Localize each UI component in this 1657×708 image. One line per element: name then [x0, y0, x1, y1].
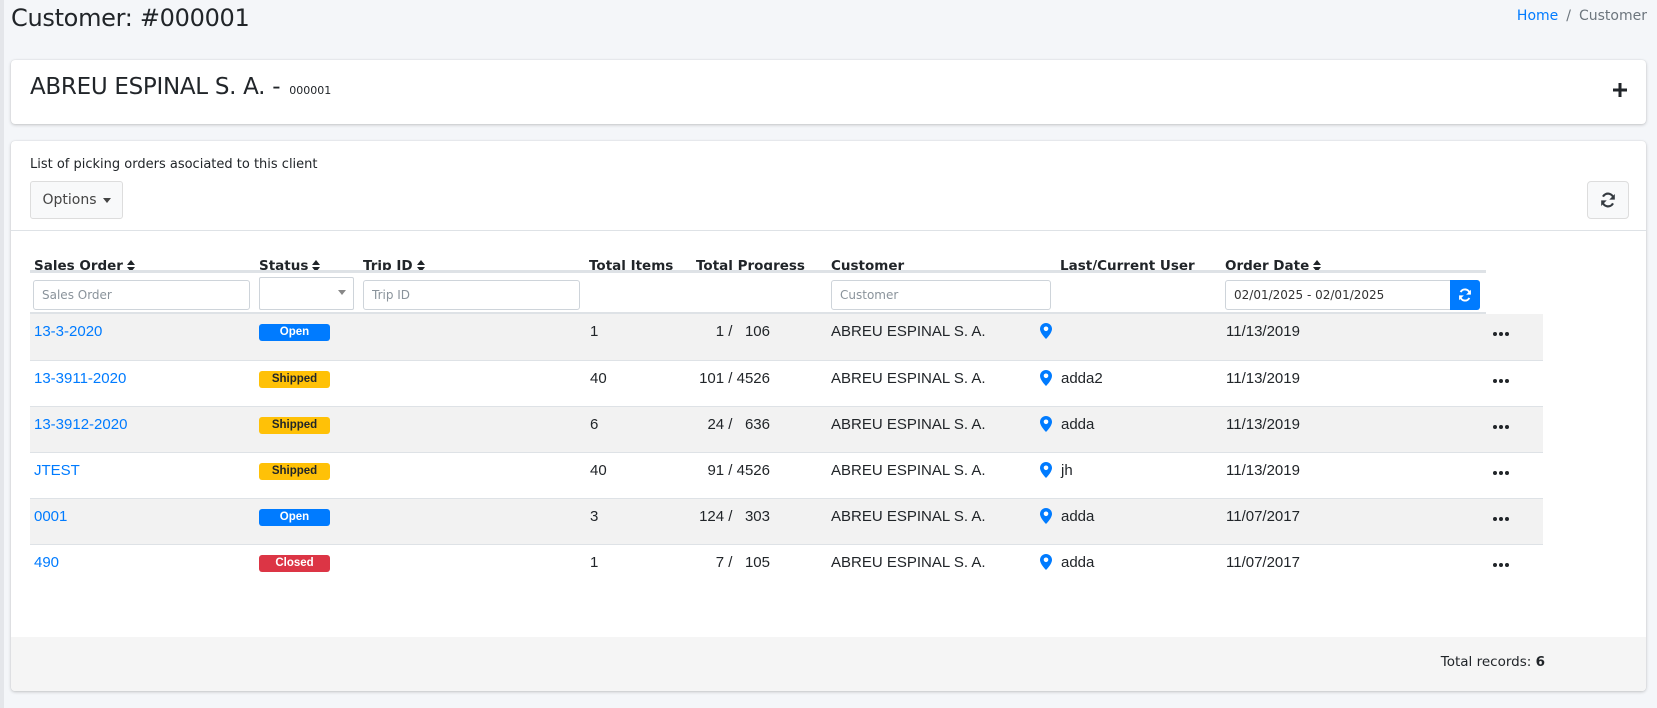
total-records: Total records: 6 [1441, 654, 1545, 670]
order-date: 11/07/2017 [1226, 508, 1300, 525]
customer-name-text: ABREU ESPINAL S. A. - [30, 74, 281, 100]
status-badge: Open [259, 509, 330, 526]
last-user: adda [1061, 416, 1095, 433]
customer-name-cell: ABREU ESPINAL S. A. [831, 554, 986, 571]
breadcrumb-home-link[interactable]: Home [1517, 8, 1558, 24]
order-date-range-input[interactable] [1225, 280, 1451, 310]
breadcrumb-separator: / [1566, 8, 1571, 24]
refresh-icon [1601, 192, 1615, 208]
order-date: 11/07/2017 [1226, 554, 1300, 571]
total-progress: 24 / 636 [707, 416, 770, 433]
total-items: 40 [590, 370, 607, 387]
header-divider [30, 270, 1486, 273]
last-user: adda2 [1061, 370, 1103, 387]
orders-table-body: 13-3-2020 Open 1 1 / 106 ABREU ESPINAL S… [30, 314, 1543, 590]
sales-order-link[interactable]: 13-3911-2020 [34, 370, 126, 387]
order-date: 11/13/2019 [1226, 323, 1300, 340]
total-items: 1 [590, 554, 599, 571]
map-marker-icon[interactable] [1040, 323, 1052, 343]
status-badge: Shipped [259, 417, 330, 434]
refresh-button[interactable] [1587, 181, 1629, 219]
more-actions-icon[interactable] [1493, 559, 1513, 571]
status-badge: Shipped [259, 463, 330, 480]
total-records-value: 6 [1535, 654, 1545, 670]
customer-filter-input[interactable] [831, 280, 1051, 310]
total-progress: 91 / 4526 [707, 462, 770, 479]
customer-name-cell: ABREU ESPINAL S. A. [831, 416, 986, 433]
plus-icon [1613, 83, 1627, 97]
total-items: 1 [590, 323, 599, 340]
sales-order-link[interactable]: JTEST [34, 462, 80, 479]
order-date: 11/13/2019 [1226, 462, 1300, 479]
orders-description: List of picking orders asociated to this… [30, 157, 318, 172]
table-row: 490 Closed 1 7 / 105 ABREU ESPINAL S. A.… [30, 544, 1543, 590]
breadcrumb: Home / Customer [1517, 8, 1647, 24]
total-progress: 101 / 4526 [699, 370, 770, 387]
customer-card: ABREU ESPINAL S. A. - 000001 [11, 60, 1646, 124]
customer-name-cell: ABREU ESPINAL S. A. [831, 370, 986, 387]
last-user: jh [1061, 462, 1073, 479]
order-date: 11/13/2019 [1226, 370, 1300, 387]
customer-name: ABREU ESPINAL S. A. - 000001 [30, 74, 331, 100]
map-marker-icon[interactable] [1040, 508, 1052, 528]
total-items: 6 [590, 416, 599, 433]
customer-code: 000001 [289, 84, 332, 97]
map-marker-icon[interactable] [1040, 462, 1052, 482]
expand-card-button[interactable] [1608, 78, 1632, 102]
more-actions-icon[interactable] [1493, 467, 1513, 479]
total-progress: 124 / 303 [699, 508, 770, 525]
page-title: Customer: #000001 [11, 4, 250, 32]
last-user: adda [1061, 508, 1095, 525]
sales-order-link[interactable]: 13-3-2020 [34, 323, 102, 340]
customer-name-cell: ABREU ESPINAL S. A. [831, 462, 986, 479]
total-progress: 7 / 105 [715, 554, 770, 571]
total-records-label: Total records: [1440, 654, 1532, 670]
status-badge: Closed [259, 555, 330, 572]
card-header-divider [11, 230, 1646, 231]
sales-order-link[interactable]: 0001 [34, 508, 67, 525]
more-actions-icon[interactable] [1493, 513, 1513, 525]
table-row: 0001 Open 3 124 / 303 ABREU ESPINAL S. A… [30, 498, 1543, 544]
table-row: JTEST Shipped 40 91 / 4526 ABREU ESPINAL… [30, 452, 1543, 498]
map-marker-icon[interactable] [1040, 370, 1052, 390]
orders-card: List of picking orders asociated to this… [11, 141, 1646, 691]
table-row: 13-3912-2020 Shipped 6 24 / 636 ABREU ES… [30, 406, 1543, 452]
status-filter-select[interactable] [259, 277, 354, 310]
total-items: 40 [590, 462, 607, 479]
breadcrumb-current: Customer [1578, 8, 1647, 24]
customer-name-cell: ABREU ESPINAL S. A. [831, 323, 986, 340]
trip-id-filter-input[interactable] [363, 280, 580, 310]
refresh-icon [1459, 288, 1471, 302]
order-date: 11/13/2019 [1226, 416, 1300, 433]
more-actions-icon[interactable] [1493, 328, 1513, 340]
status-badge: Shipped [259, 371, 330, 388]
total-progress: 1 / 106 [715, 323, 770, 340]
status-badge: Open [259, 324, 330, 341]
sales-order-link[interactable]: 490 [34, 554, 59, 571]
sales-order-filter-input[interactable] [33, 280, 250, 310]
card-footer: Total records: 6 [11, 637, 1646, 691]
options-label: Options [42, 192, 97, 208]
more-actions-icon[interactable] [1493, 421, 1513, 433]
customer-name-cell: ABREU ESPINAL S. A. [831, 508, 986, 525]
chevron-down-icon [338, 290, 346, 295]
date-range-refresh-button[interactable] [1450, 280, 1480, 310]
left-edge [0, 0, 4, 708]
options-dropdown-button[interactable]: Options [30, 181, 123, 219]
more-actions-icon[interactable] [1493, 375, 1513, 387]
table-row: 13-3-2020 Open 1 1 / 106 ABREU ESPINAL S… [30, 314, 1543, 360]
table-row: 13-3911-2020 Shipped 40 101 / 4526 ABREU… [30, 360, 1543, 406]
map-marker-icon[interactable] [1040, 416, 1052, 436]
sales-order-link[interactable]: 13-3912-2020 [34, 416, 127, 433]
total-items: 3 [590, 508, 599, 525]
caret-down-icon [102, 197, 111, 203]
map-marker-icon[interactable] [1040, 554, 1052, 574]
last-user: adda [1061, 554, 1095, 571]
